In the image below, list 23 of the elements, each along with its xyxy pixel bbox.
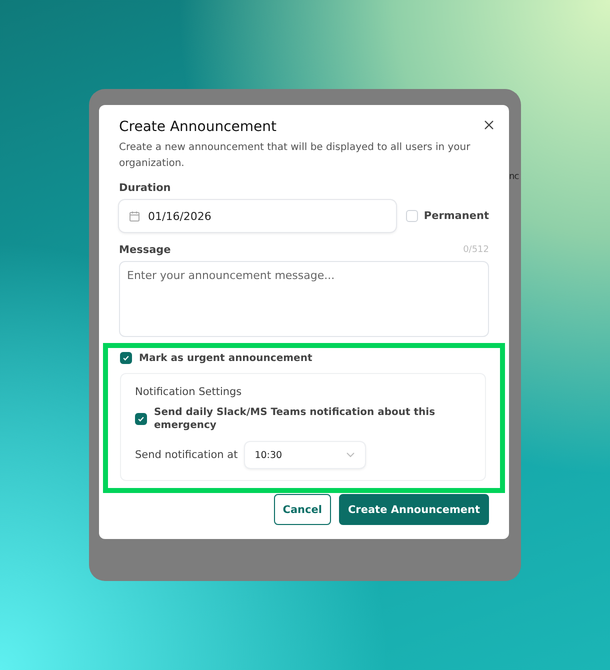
checkbox[interactable] bbox=[120, 352, 132, 364]
dialog-title: Create Announcement bbox=[119, 119, 278, 135]
section-title: Notification Settings bbox=[135, 386, 243, 398]
dialog-description: Create a new announcement that will be displayed to all users in your organization. bbox=[119, 141, 472, 171]
checkbox-label: Permanent bbox=[424, 210, 489, 222]
calendar-icon bbox=[129, 210, 140, 222]
check-icon bbox=[122, 354, 130, 362]
cancel-button[interactable]: Cancel bbox=[274, 494, 331, 525]
field-label: Send notification at bbox=[135, 449, 238, 461]
message-field[interactable]: Enter your announcement message... bbox=[119, 261, 489, 337]
character-counter: 0/512 bbox=[463, 245, 489, 255]
checkbox-label: Send daily Slack/MS Teams notification about this emergency bbox=[154, 406, 436, 432]
field-label: Duration bbox=[119, 182, 172, 194]
field-label: Message bbox=[119, 244, 171, 256]
create-button[interactable]: Create Announcement bbox=[338, 494, 489, 525]
chevron-down-icon bbox=[346, 452, 355, 458]
checkbox-label: Mark as urgent announcement bbox=[139, 352, 312, 364]
background-text: nc bbox=[509, 172, 519, 182]
check-icon bbox=[137, 415, 145, 423]
date-field[interactable]: 01/16/2026 bbox=[119, 200, 396, 232]
checkbox[interactable] bbox=[135, 413, 147, 425]
time-dropdown[interactable]: 10:30 bbox=[244, 442, 365, 468]
close-icon[interactable] bbox=[483, 119, 495, 131]
